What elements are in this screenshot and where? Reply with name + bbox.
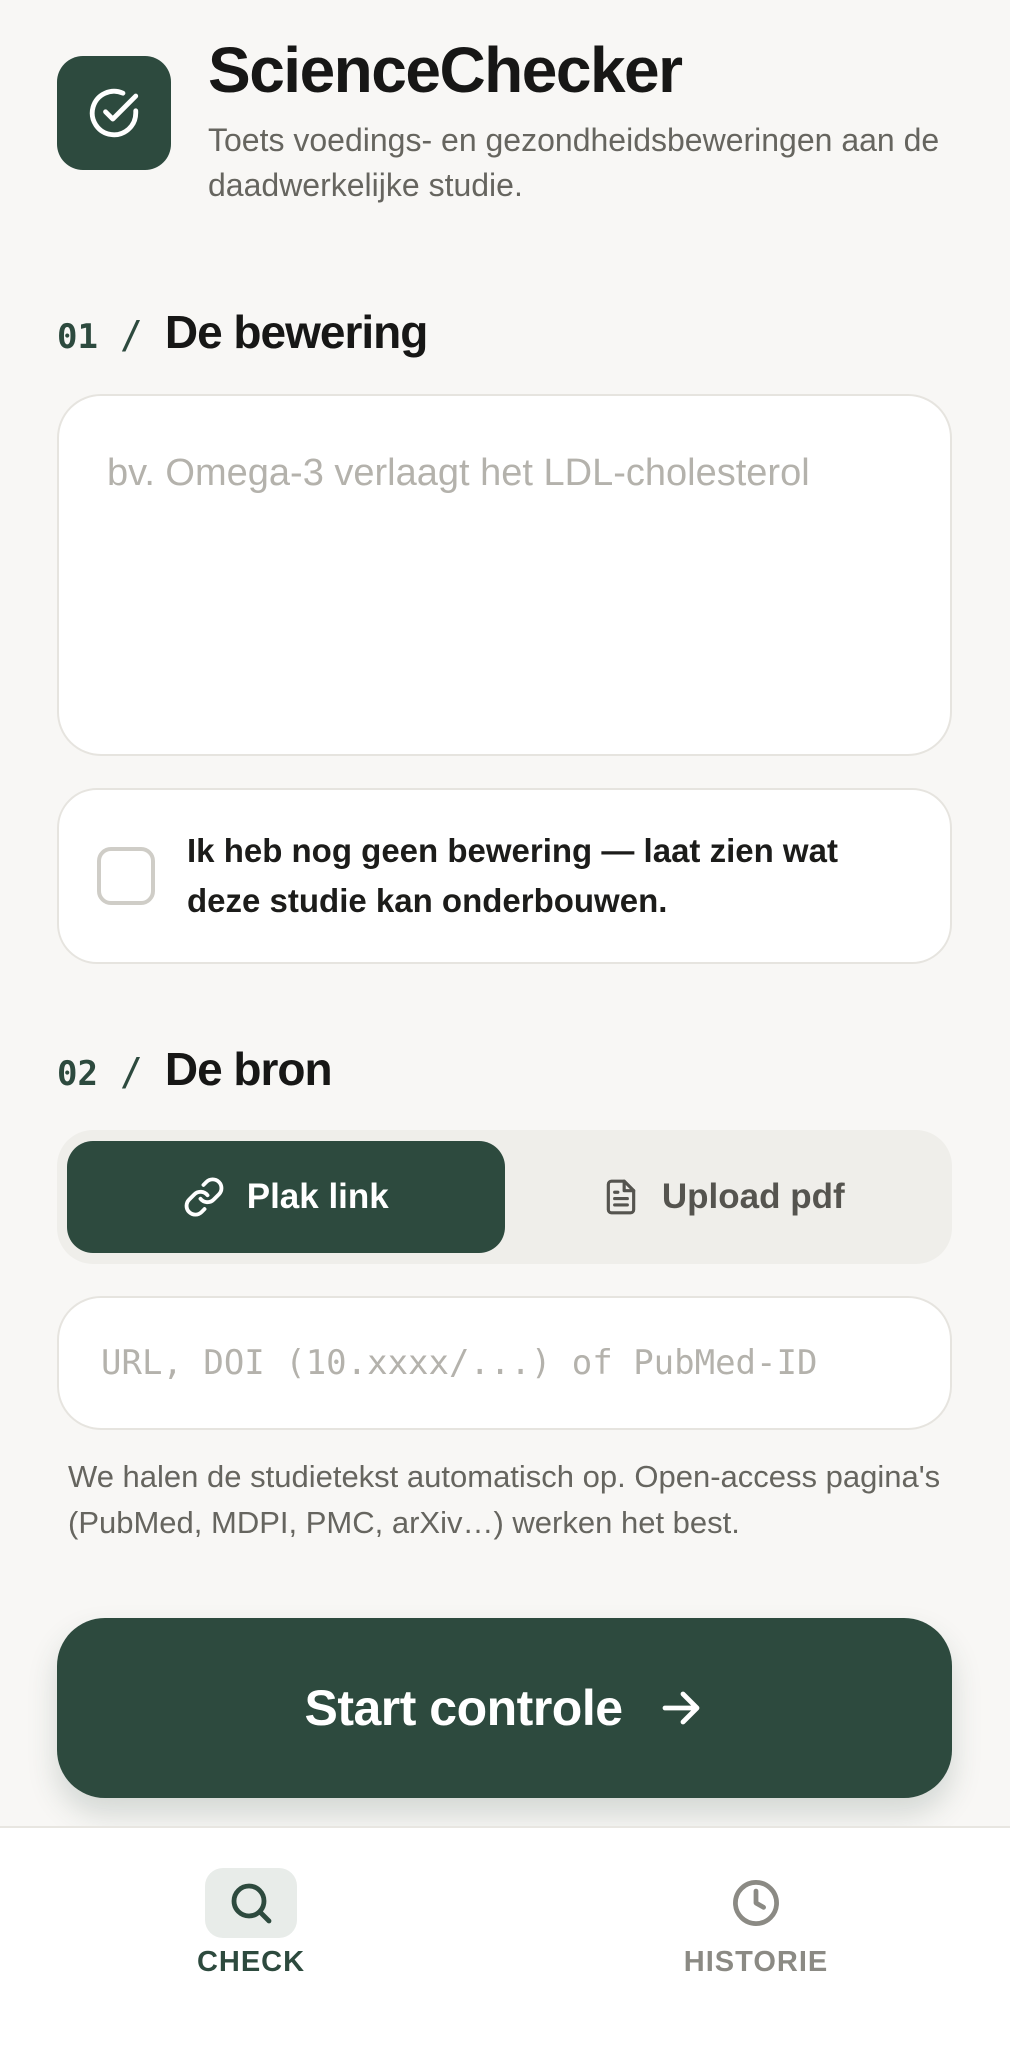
bottom-navigation: CHECK HISTORIE	[0, 1826, 1010, 2048]
document-icon	[606, 1179, 636, 1215]
app-logo	[57, 56, 171, 170]
section-number: 01	[57, 317, 98, 357]
section-slash: /	[119, 1050, 143, 1094]
start-check-button[interactable]: Start controle	[57, 1618, 952, 1798]
app-root: ScienceChecker Toets voedings- en gezond…	[0, 0, 1010, 2048]
nav-item-check[interactable]: CHECK	[141, 1868, 361, 1979]
clock-icon	[733, 1880, 779, 1926]
section-title: De bewering	[164, 306, 429, 358]
section-number: 02	[57, 1054, 98, 1094]
no-claim-checkbox[interactable]	[97, 847, 155, 905]
link-icon	[184, 1177, 224, 1217]
tab-label: Upload pdf	[661, 1177, 845, 1216]
nav-icon-container	[205, 1868, 297, 1938]
tab-upload-pdf[interactable]: Upload pdf	[505, 1141, 943, 1253]
source-url-input[interactable]	[57, 1296, 952, 1430]
source-section-header: 02 / De bron	[57, 1042, 333, 1096]
check-circle-icon	[89, 88, 139, 138]
nav-label: CHECK	[196, 1946, 306, 1978]
start-button-label: Start controle	[304, 1680, 623, 1736]
section-title: De bron	[164, 1043, 333, 1095]
source-type-toggle: Plak link Upload pdf	[57, 1130, 952, 1264]
arrow-right-icon	[662, 1691, 699, 1725]
nav-icon-container	[710, 1868, 802, 1938]
tab-label: Plak link	[246, 1177, 389, 1216]
no-claim-label: Ik heb nog geen bewering — laat zien wat…	[187, 832, 838, 919]
nav-label: HISTORIE	[683, 1946, 829, 1978]
tab-paste-link[interactable]: Plak link	[67, 1141, 505, 1253]
app-subtitle: Toets voedings- en gezondheidsbeweringen…	[208, 122, 940, 203]
no-claim-option[interactable]: Ik heb nog geen bewering — laat zien wat…	[57, 788, 952, 964]
source-hint: We halen de studietekst automatisch op. …	[68, 1459, 941, 1540]
claim-textarea[interactable]	[57, 394, 952, 756]
section-slash: /	[119, 313, 143, 357]
search-icon	[231, 1883, 272, 1924]
app-title: ScienceChecker	[208, 34, 683, 106]
claim-section-header: 01 / De bewering	[57, 305, 429, 359]
nav-item-history[interactable]: HISTORIE	[646, 1868, 866, 1979]
